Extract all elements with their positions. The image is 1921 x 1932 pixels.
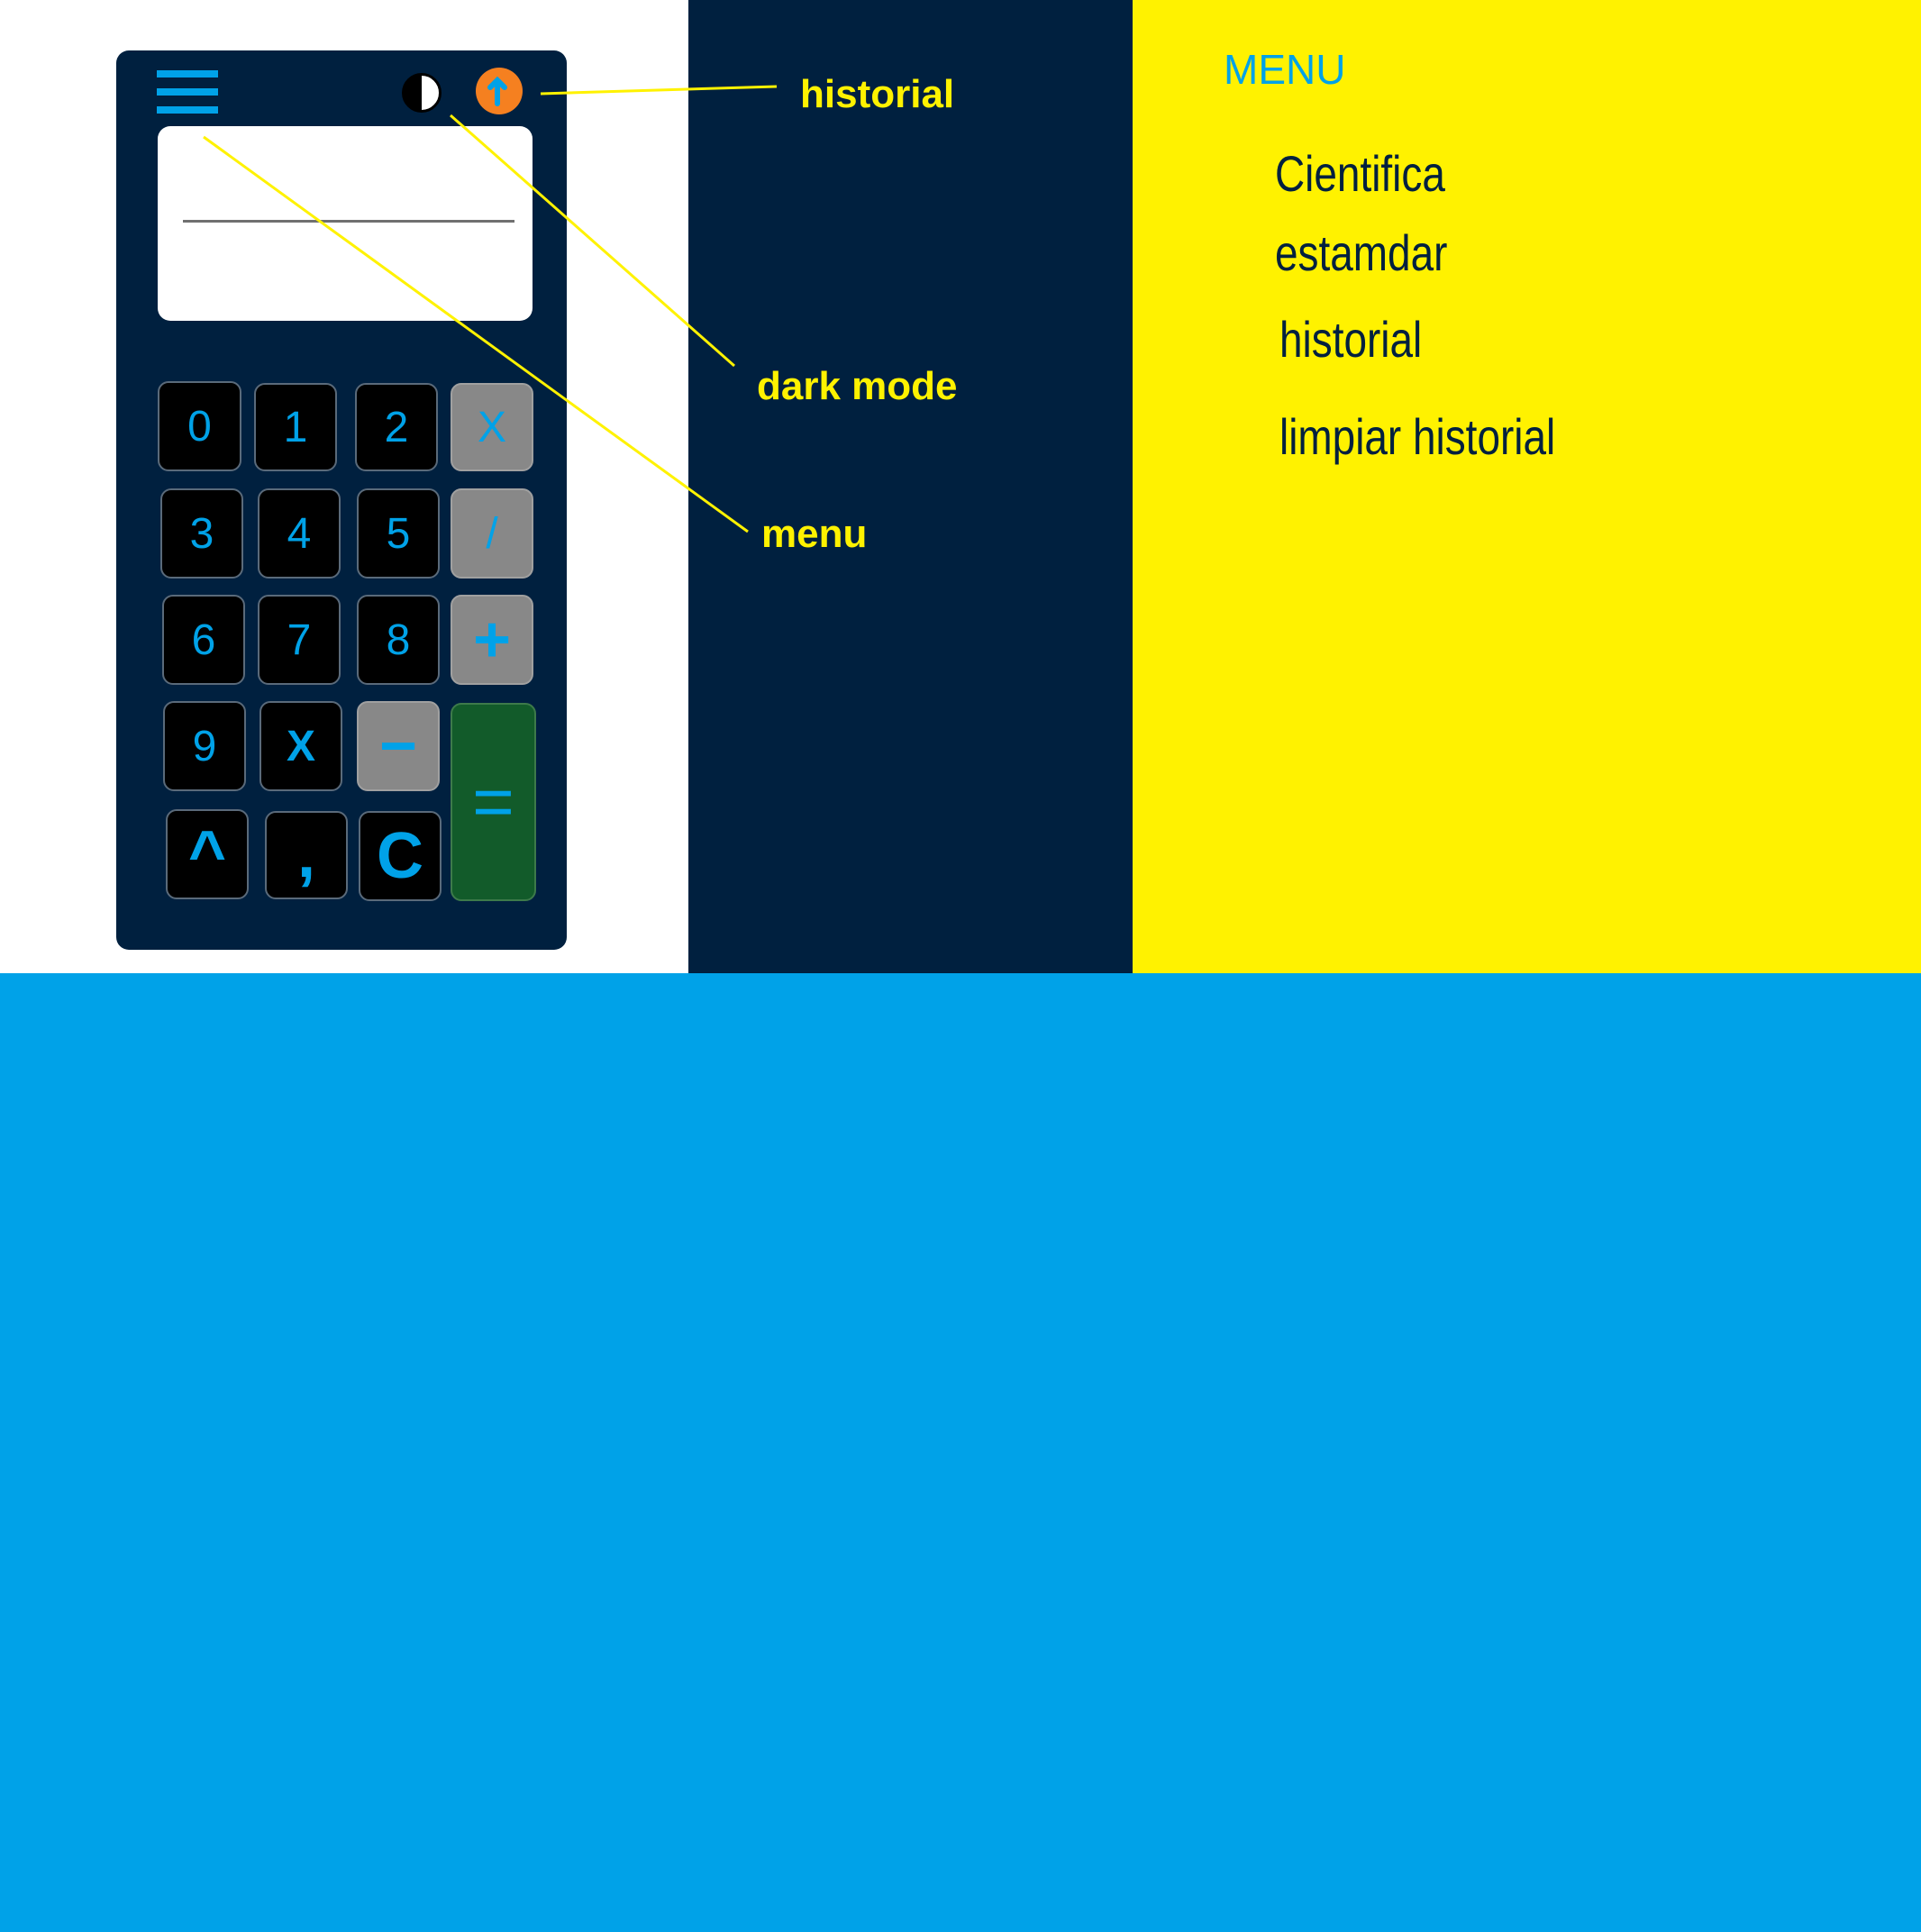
menu-item-estamdar[interactable]: estamdar bbox=[1275, 223, 1447, 282]
menu-item-historial[interactable]: historial bbox=[1279, 310, 1422, 369]
menu-item-cientifica[interactable]: Cientifica bbox=[1275, 144, 1445, 203]
annotation-dark-mode: dark mode bbox=[757, 364, 958, 408]
menu-item-limpiar-historial[interactable]: limpiar historial bbox=[1279, 407, 1555, 466]
annotation-historial: historial bbox=[800, 72, 955, 116]
menu-title: MENU bbox=[1224, 46, 1346, 93]
annotation-menu: menu bbox=[761, 512, 868, 556]
annotation-lines bbox=[203, 85, 778, 533]
